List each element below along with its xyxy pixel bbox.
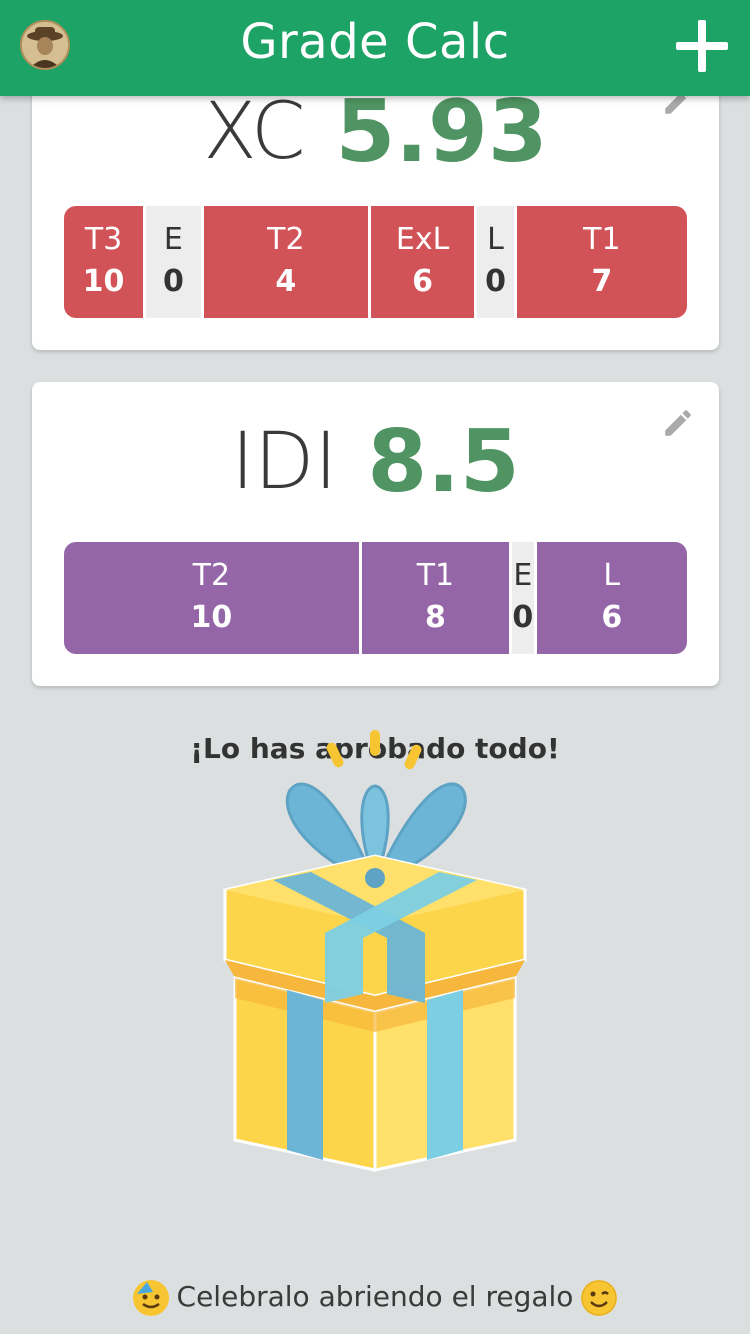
- plus-icon[interactable]: [676, 20, 728, 72]
- component-label: T1: [583, 222, 621, 257]
- component-label: E: [513, 558, 533, 593]
- component-label: E: [163, 222, 183, 257]
- component-value: 0: [512, 600, 534, 635]
- component-value: 6: [412, 264, 434, 299]
- component-label: ExL: [395, 222, 450, 257]
- component-value: 0: [485, 264, 506, 299]
- footer-text: Celebralo abriendo el regalo: [176, 1280, 574, 1313]
- component-value: 6: [601, 600, 623, 635]
- component-value: 10: [82, 264, 125, 299]
- grade-component-exl[interactable]: ExL 6: [370, 206, 478, 318]
- subject-card-idi[interactable]: IDI 8.5 T2 10 T1 8 E 0 L 6: [32, 382, 719, 686]
- component-label: L: [603, 558, 621, 593]
- grade-component-e[interactable]: E0: [512, 542, 537, 654]
- grade-component-t2[interactable]: T2 4: [203, 206, 371, 318]
- grade-component-t2[interactable]: T2 10: [64, 542, 362, 654]
- app-title: Grade Calc: [240, 14, 510, 70]
- component-label: L: [487, 222, 504, 257]
- subject-name: IDI: [231, 417, 338, 507]
- grade-component-t1[interactable]: T1 8: [361, 542, 513, 654]
- subject-header: XC 5.93: [32, 82, 719, 182]
- subject-grade: 8.5: [367, 412, 520, 512]
- grade-breakdown-bar: T3 10 E 0 T2 4 ExL 6 L 0 T1 7: [64, 206, 687, 318]
- grade-component-e[interactable]: E0: [146, 206, 204, 318]
- subject-name: XC: [203, 87, 306, 177]
- component-label: T2: [267, 222, 305, 257]
- wink-face-icon: [581, 1280, 618, 1316]
- grade-component-t1[interactable]: T1 7: [516, 206, 687, 318]
- component-value: 4: [275, 264, 297, 299]
- app-bar: Grade Calc: [0, 0, 750, 96]
- component-value: 8: [424, 600, 446, 635]
- subject-grade: 5.93: [335, 82, 548, 182]
- gift-icon[interactable]: [215, 728, 535, 1178]
- grade-breakdown-bar: T2 10 T1 8 E 0 L 6: [64, 542, 687, 654]
- component-label: T1: [416, 558, 455, 593]
- app-screen: XC 5.93 T3 10 E 0 T2 4 ExL 6 L 0 T1 7 IDI 8.5 T2 10 T1 8…: [0, 0, 750, 1334]
- component-value: 10: [190, 600, 233, 635]
- component-value: 7: [591, 264, 613, 299]
- component-label: T3: [84, 222, 123, 257]
- component-value: 0: [162, 264, 184, 299]
- component-label: T2: [192, 558, 231, 593]
- pencil-icon[interactable]: [661, 406, 695, 440]
- grade-component-t3[interactable]: T3 10: [64, 206, 147, 318]
- subject-card-xc[interactable]: XC 5.93 T3 10 E 0 T2 4 ExL 6 L 0 T1 7: [32, 60, 719, 350]
- footer-hint: Celebralo abriendo el regalo: [0, 1280, 750, 1316]
- party-face-icon: [132, 1280, 169, 1316]
- subject-header: IDI 8.5: [32, 412, 719, 512]
- grade-component-l[interactable]: L6: [536, 542, 687, 654]
- grade-component-l[interactable]: L0: [477, 206, 517, 318]
